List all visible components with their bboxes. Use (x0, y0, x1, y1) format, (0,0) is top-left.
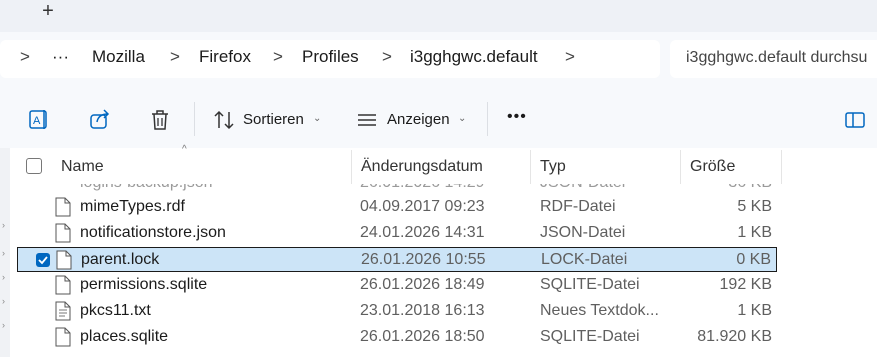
column-header-type[interactable]: Typ (540, 158, 566, 176)
breadcrumb-item-mozilla[interactable]: Mozilla (92, 47, 145, 67)
new-tab-button[interactable]: + (32, 0, 64, 24)
file-type: JSON-Datei (540, 224, 626, 241)
file-size: 81.920 KB (697, 328, 772, 345)
breadcrumb-separator-icon[interactable]: > (382, 47, 392, 67)
column-header-date[interactable]: Änderungsdatum (361, 158, 483, 176)
more-options-button[interactable]: ••• (507, 108, 527, 126)
file-date: 04.09.2017 09:23 (360, 198, 485, 215)
nav-expand-icon[interactable]: › (2, 296, 5, 306)
file-type: LOCK-Datei (541, 251, 628, 268)
file-size: 192 KB (719, 276, 772, 293)
breadcrumb-item-firefox[interactable]: Firefox (199, 47, 251, 67)
column-divider[interactable] (530, 150, 531, 184)
breadcrumb-separator-icon[interactable]: > (273, 47, 283, 67)
file-date: 26.01.2026 10:55 (361, 251, 486, 268)
file-name: permissions.sqlite (80, 276, 208, 293)
file-name: notificationstore.json (80, 224, 226, 241)
delete-icon[interactable] (148, 108, 172, 132)
file-type: SQLITE-Datei (540, 328, 640, 345)
column-divider[interactable] (351, 150, 352, 184)
file-type: JSON-Datei (540, 184, 625, 192)
column-header-name[interactable]: Name (61, 158, 104, 176)
blank-file-icon (55, 275, 71, 295)
view-button[interactable]: Anzeigen (387, 111, 450, 128)
table-row[interactable]: mimeTypes.rdf 04.09.2017 09:23 RDF-Datei 5 … (17, 195, 777, 220)
table-row[interactable]: pkcs11.txt 23.01.2018 16:13 Neues Textdok.… (17, 299, 777, 324)
file-date: 26.01.2026 18:50 (360, 328, 485, 345)
view-dropdown-chevron-icon[interactable]: ⌄ (458, 113, 466, 124)
file-name: pkcs11.txt (80, 302, 151, 319)
share-icon[interactable] (88, 108, 112, 132)
breadcrumb-expand-chevron-icon[interactable]: > (20, 47, 30, 67)
table-row[interactable]: logins-backup.json 26.01.2026 14:29 JSON… (17, 184, 777, 192)
file-date: 23.01.2018 16:13 (360, 302, 485, 319)
column-divider[interactable] (781, 150, 782, 184)
breadcrumb-item-profiles[interactable]: Profiles (302, 47, 359, 67)
file-name: mimeTypes.rdf (80, 198, 185, 215)
nav-expand-icon[interactable]: › (2, 248, 5, 258)
file-name: places.sqlite (80, 328, 169, 345)
table-row[interactable]: permissions.sqlite 26.01.2026 18:49 SQLITE… (17, 273, 777, 298)
file-type: Neues Textdok... (540, 302, 659, 319)
breadcrumb-overflow-button[interactable]: ··· (52, 47, 69, 67)
blank-file-icon (55, 327, 71, 347)
file-size: 36 KB (728, 184, 772, 192)
nav-expand-icon[interactable]: › (2, 272, 5, 282)
file-type: SQLITE-Datei (540, 276, 640, 293)
column-divider[interactable] (680, 150, 681, 184)
breadcrumb-separator-icon[interactable]: > (170, 47, 180, 67)
nav-expand-icon[interactable]: › (2, 220, 5, 230)
breadcrumb-item-current-folder[interactable]: i3gghgwc.default (410, 47, 538, 67)
file-size: 0 KB (736, 251, 771, 268)
row-checkbox-checked[interactable] (36, 253, 50, 267)
sort-button[interactable]: Sortieren (243, 111, 304, 128)
tab-strip: + (0, 0, 877, 32)
file-size: 5 KB (737, 198, 772, 215)
rename-icon[interactable]: A (28, 108, 52, 132)
file-date: 24.01.2026 14:31 (360, 224, 485, 241)
file-name: logins-backup.json (80, 184, 213, 192)
sort-icon[interactable] (212, 108, 236, 132)
view-icon[interactable] (355, 108, 379, 132)
svg-text:A: A (33, 115, 41, 127)
toolbar-divider (487, 102, 488, 136)
search-placeholder: i3gghgwc.default durchsu (686, 49, 868, 66)
toolbar-divider (194, 102, 195, 136)
file-type: RDF-Datei (540, 198, 616, 215)
file-date: 26.01.2026 14:29 (360, 184, 485, 192)
details-pane-icon[interactable] (843, 108, 867, 132)
blank-file-icon (56, 250, 72, 270)
breadcrumb-separator-icon[interactable]: > (565, 47, 575, 67)
file-name: parent.lock (81, 251, 160, 268)
blank-file-icon (55, 197, 71, 217)
sort-ascending-icon: ^ (182, 144, 187, 155)
nav-expand-icon[interactable]: › (2, 320, 5, 330)
table-row[interactable]: notificationstore.json 24.01.2026 14:31 JS… (17, 221, 777, 246)
file-size: 1 KB (737, 224, 772, 241)
blank-file-icon (55, 223, 71, 243)
file-size: 1 KB (737, 302, 772, 319)
table-row[interactable]: parent.lock 26.01.2026 10:55 LOCK-Datei 0 K… (17, 247, 777, 272)
select-all-checkbox[interactable] (26, 158, 42, 174)
text-file-icon (55, 301, 71, 321)
sort-dropdown-chevron-icon[interactable]: ⌄ (313, 113, 321, 124)
file-date: 26.01.2026 18:49 (360, 276, 485, 293)
table-row[interactable]: places.sqlite 26.01.2026 18:50 SQLITE-Date… (17, 325, 777, 350)
column-header-size[interactable]: Größe (690, 158, 735, 176)
